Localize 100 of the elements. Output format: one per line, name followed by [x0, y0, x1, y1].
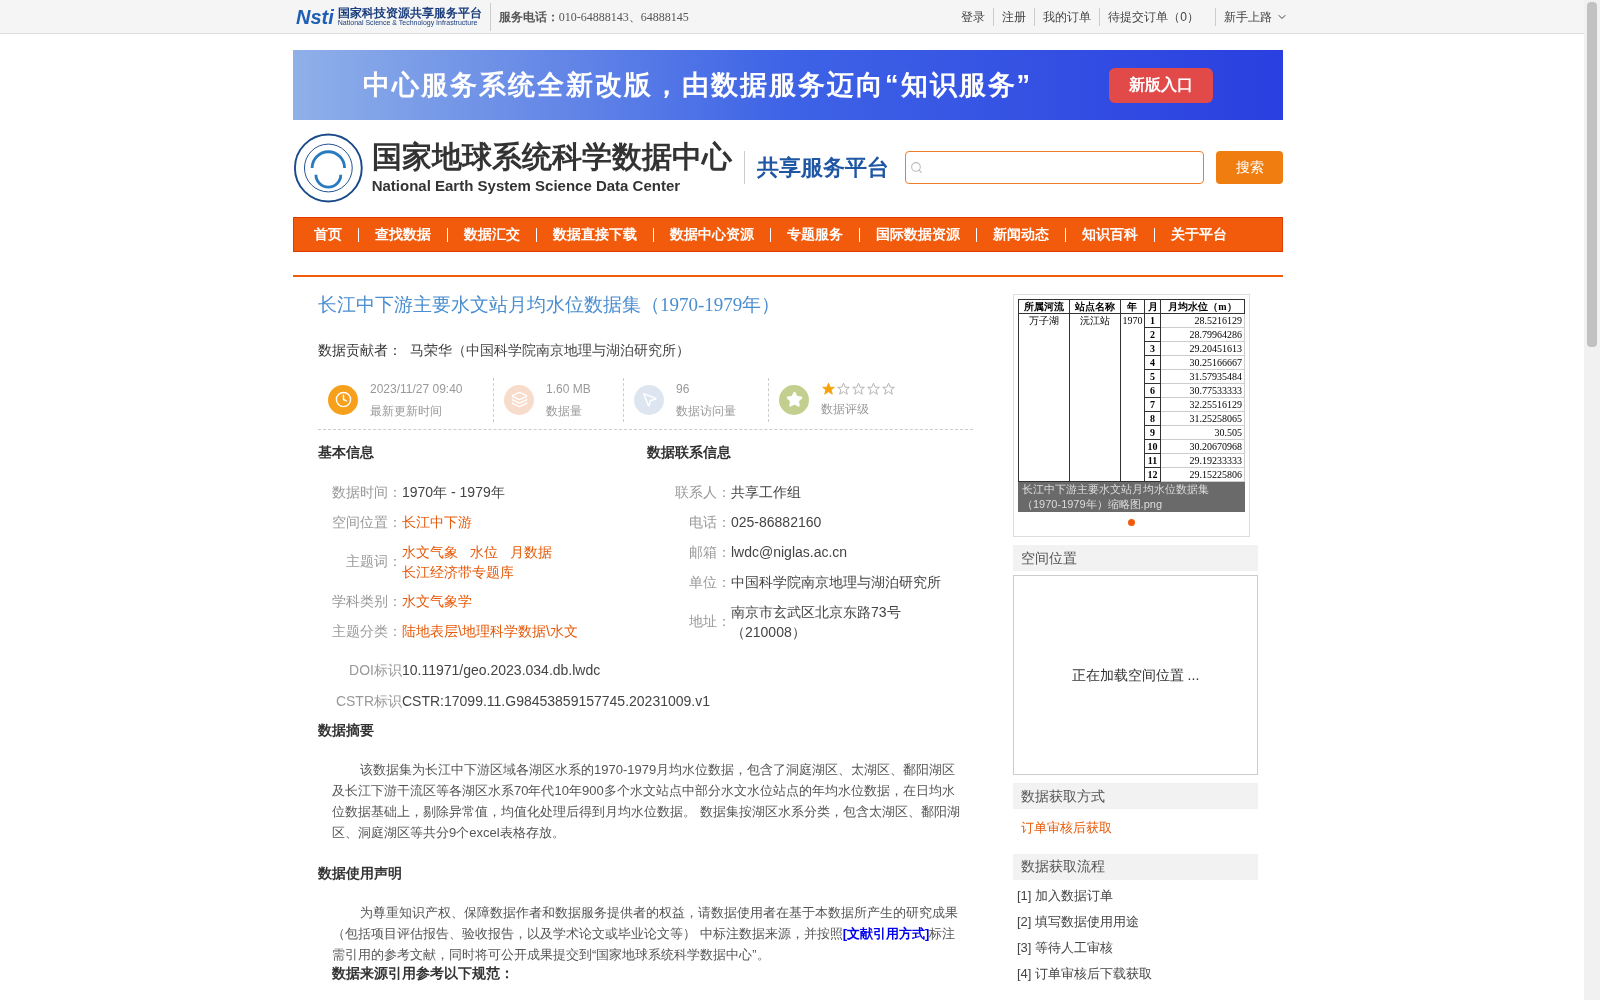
stat-label: 数据量: [546, 402, 583, 420]
platform-title: 共享服务平台: [743, 151, 889, 184]
rating-star-icon: [821, 381, 836, 396]
table-cell: 7: [1144, 397, 1161, 412]
table-cell: 28.5216129: [1160, 313, 1245, 328]
nav-item[interactable]: 查找数据: [371, 224, 435, 245]
table-cell: 32.25516129: [1160, 397, 1245, 412]
table-cell: 30.77533333: [1160, 383, 1245, 398]
stat-label: 最新更新时间: [370, 402, 443, 420]
dataset-title: 长江中下游主要水文站月均水位数据集（1970-1979年）: [318, 293, 782, 317]
id-label: CSTR标识: [334, 691, 402, 711]
table-cell: 30.505: [1160, 425, 1245, 440]
table-header-cell: 月: [1144, 299, 1161, 314]
sidebar-heading: 数据获取流程: [1013, 853, 1258, 880]
nav-item[interactable]: 数据汇交: [460, 224, 524, 245]
field-label: 主题分类：: [331, 621, 402, 641]
field-label: 数据时间：: [331, 482, 402, 502]
sidebar-heading: 空间位置: [1013, 545, 1258, 571]
table-cell: 1970: [1120, 313, 1145, 482]
table-header-cell: 站点名称: [1069, 299, 1121, 314]
keyword-link[interactable]: 长江经济带专题库: [402, 561, 514, 582]
search-button[interactable]: 搜索: [1216, 151, 1283, 184]
keyword-link[interactable]: 陆地表层\地理科学数据\水文: [402, 621, 578, 641]
table-header-cell: 年: [1120, 299, 1145, 314]
table-cell: 5: [1144, 369, 1161, 384]
field-label: 空间位置：: [331, 512, 402, 532]
table-cell: 30.25166667: [1160, 355, 1245, 370]
table-cell: 28.79964286: [1160, 327, 1245, 342]
scrollbar[interactable]: [1584, 0, 1600, 1000]
access-method: 订单审核后获取: [1020, 819, 1113, 837]
field-value: lwdc@niglas.ac.cn: [731, 543, 849, 562]
field-label: 学科类别：: [331, 591, 402, 611]
table-cell: 8: [1144, 411, 1161, 426]
field-value: 中国科学院南京地理与湖泊研究所: [731, 573, 942, 592]
nav-item[interactable]: 知识百科: [1078, 224, 1142, 245]
process-step: [4] 订单审核后下载获取: [1017, 963, 1254, 983]
field-label: 单位：: [688, 572, 731, 592]
guide-dropdown[interactable]: 新手上路: [1215, 7, 1296, 26]
id-value: 10.11971/geo.2023.034.db.lwdc: [402, 660, 601, 680]
rating-star-icon: [866, 381, 881, 396]
table-cell: 3: [1144, 341, 1161, 356]
keyword-link[interactable]: 月数据: [510, 541, 552, 562]
keyword-link[interactable]: 长江中下游: [402, 512, 472, 532]
center-title: 国家地球系统科学数据中心: [371, 138, 732, 175]
rating-star-icon: [851, 381, 866, 396]
field-label: 联系人：: [674, 482, 731, 502]
keyword-link[interactable]: 水位: [470, 541, 498, 562]
field-value: 南京市玄武区北京东路73号（210008）: [731, 602, 902, 642]
field-label: 地址：: [688, 612, 731, 631]
nav-item[interactable]: 新闻动态: [989, 224, 1053, 245]
field-value: 1970年 - 1979年: [402, 482, 505, 502]
nav-item[interactable]: 关于平台: [1167, 224, 1231, 245]
center-subtitle: National Earth System Science Data Center: [371, 176, 682, 196]
nav-item[interactable]: 首页: [310, 224, 346, 245]
table-cell: 12: [1144, 467, 1161, 482]
process-step: [2] 填写数据使用用途: [1017, 911, 1254, 931]
table-cell: 31.57935484: [1160, 369, 1245, 384]
section-heading: 数据使用声明: [318, 863, 403, 883]
table-cell: 沅江站: [1069, 313, 1121, 482]
field-label: 主题词：: [345, 552, 402, 571]
search-field[interactable]: [904, 151, 1205, 184]
table-cell: 9: [1144, 425, 1161, 440]
top-link[interactable]: 我的订单: [1034, 7, 1100, 26]
table-cell: 29.20451613: [1160, 341, 1245, 356]
field-value: 025-86882160: [731, 513, 823, 532]
section-heading: 数据联系信息: [647, 442, 732, 462]
stat-label: 数据访问量: [676, 402, 736, 420]
contributor-name: 马荣华（中国科学院南京地理与湖泊研究所）: [410, 340, 690, 360]
keyword-link[interactable]: 水文气象: [402, 541, 458, 562]
field-label: 邮箱：: [688, 542, 731, 562]
logo-mark: Nsti: [296, 6, 334, 27]
table-cell: 4: [1144, 355, 1161, 370]
top-link[interactable]: 登录: [953, 7, 994, 26]
table-cell: 30.20670968: [1160, 439, 1245, 454]
table-cell: 2: [1144, 327, 1161, 342]
phone-text: 服务电话：010-64888143、64888145: [498, 8, 689, 26]
process-step: [3] 等待人工审核: [1017, 937, 1254, 957]
rating-star-icon: [836, 381, 851, 396]
loading-text: 正在加载空间位置 ...: [1071, 665, 1200, 685]
banner-text: 中心服务系统全新改版，由数据服务迈向“知识服务”: [363, 68, 1032, 102]
nav-item[interactable]: 数据直接下载: [549, 224, 641, 245]
keyword-link[interactable]: 水文气象学: [402, 591, 472, 611]
top-link[interactable]: 待提交订单（0）: [1099, 7, 1207, 26]
stat-value: 96: [676, 380, 691, 398]
section-heading: 数据摘要: [318, 720, 375, 740]
nav-item[interactable]: 数据中心资源: [666, 224, 758, 245]
top-link[interactable]: 注册: [993, 7, 1035, 26]
stat-value: 1.60 MB: [546, 380, 591, 398]
id-value: CSTR:17099.11.G98453859157745.20231009.v1: [402, 691, 710, 711]
nav-item[interactable]: 国际数据资源: [872, 224, 964, 245]
citation-link[interactable]: [文献引用方式]: [842, 925, 930, 941]
table-cell: 万子湖: [1018, 313, 1070, 482]
table-cell: 29.19233333: [1160, 453, 1245, 468]
layers-icon: [504, 384, 534, 415]
table-cell: 31.25258065: [1160, 411, 1245, 426]
nav-item[interactable]: 专题服务: [783, 224, 847, 245]
new-version-button[interactable]: 新版入口: [1109, 67, 1213, 103]
table-cell: 6: [1144, 383, 1161, 398]
rating-star-icon: [881, 381, 896, 396]
table-cell: 10: [1144, 439, 1161, 454]
